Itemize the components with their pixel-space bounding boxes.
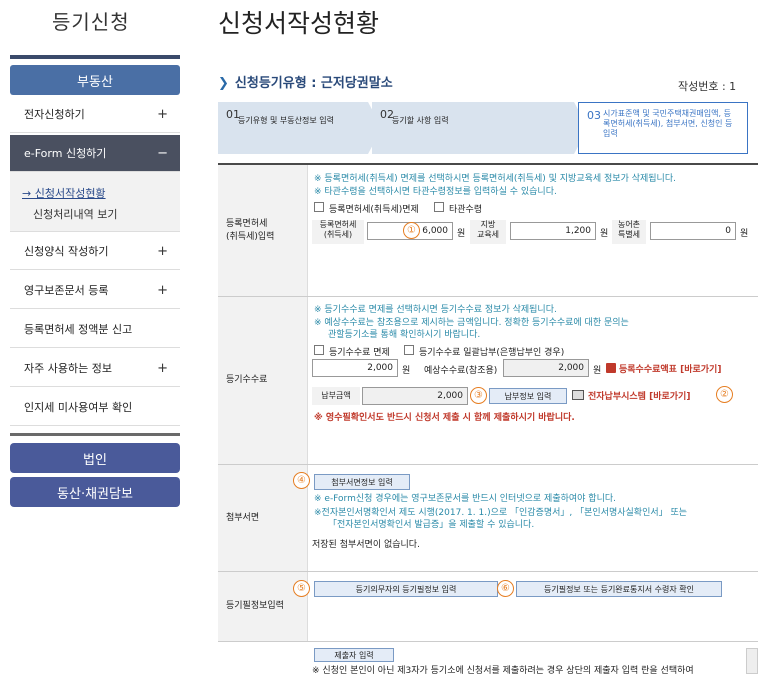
computer-icon [572, 390, 584, 400]
sidebar-section-realestate[interactable]: 부동산 [10, 65, 180, 95]
attach-note: 「전자본인서명확인서 발급증」을 제출할 수 있습니다. [328, 520, 535, 530]
step-label: 등기할 사항 입력 [392, 116, 449, 125]
obligor-info-button[interactable]: 등기의무자의 등기필정보 입력 [314, 581, 498, 597]
submitter-input-button[interactable]: 제출자 입력 [314, 648, 394, 662]
sidebar-title: 등기신청 [52, 10, 130, 34]
collapse-icon: − [157, 145, 168, 161]
unit-label: 원 [593, 366, 602, 376]
sidebar-item-permanent-doc[interactable]: 영구보존문서 등록 + [10, 272, 180, 309]
sidebar-item-label: 자주 사용하는 정보 [24, 362, 112, 375]
sidebar-submenu [10, 172, 180, 232]
other-receipt-checkbox[interactable] [434, 202, 444, 212]
expand-icon: + [157, 360, 168, 376]
batch-payment-label: 등기수수료 일괄납부(은행납부인 경우) [419, 348, 565, 358]
corporation-button[interactable]: 법인 [10, 443, 180, 473]
movable-collateral-button[interactable]: 동산·채권담보 [10, 477, 180, 507]
rural-tax-input[interactable]: 0 [650, 222, 736, 240]
unit-label: 원 [600, 229, 609, 239]
badge-2: ② [716, 386, 733, 403]
fee-note: ※ 예상수수료는 참조용으로 제시하는 금액입니다. 정확한 등기수수료에 대한… [314, 318, 629, 328]
fee-note: ※ 등기수수료 면제를 선택하시면 등기수수료 정보가 삭제됩니다. [314, 305, 557, 315]
badge-6: ⑥ [497, 580, 514, 597]
sidebar-divider [10, 433, 180, 436]
reg-tax-note: ※ 타관수령을 선택하시면 타관수령정보를 입력하실 수 있습니다. [314, 187, 557, 197]
sidebar-item-e-application[interactable]: 전자신청하기 + [10, 96, 180, 133]
paid-amount-label: 납부금액 [312, 387, 360, 405]
sidebar-item-form-write[interactable]: 신청양식 작성하기 + [10, 233, 180, 270]
saved-attach-status: 저장된 첨부서면이 없습니다. [312, 540, 420, 550]
registration-type-label: 신청등기유형 : 근저당권말소 [234, 76, 393, 91]
other-receipt-label: 타관수령 [449, 205, 483, 215]
pay-info-button[interactable]: 납부정보 입력 [489, 388, 567, 404]
expand-icon: + [157, 243, 168, 259]
unit-label: 원 [402, 366, 411, 376]
badge-3: ③ [470, 387, 487, 404]
sidebar-item-label: 전자신청하기 [24, 108, 85, 121]
fee-exempt-label: 등기수수료 면제 [329, 348, 390, 358]
reg-tax-exempt-checkbox[interactable] [314, 202, 324, 212]
sidebar-item-favorites[interactable]: 자주 사용하는 정보 + [10, 350, 180, 387]
fee-exempt-checkbox[interactable] [314, 345, 324, 355]
unit-label: 원 [740, 229, 749, 239]
step-3-active: 03 시가표준액 및 국민주택채권매입액, 등록면허세(취득세), 첨부서면, … [578, 102, 748, 154]
fee-label: 등기수수료 [218, 297, 308, 464]
expand-icon: + [157, 282, 168, 298]
step-1: 01 등기유형 및 부동산정보 입력 [218, 102, 368, 154]
sidebar-item-fixed-tax[interactable]: 등록면허세 정액분 신고 [10, 311, 180, 348]
book-icon [606, 363, 616, 373]
registration-type: ❯ 신청등기유형 : 근저당권말소 [218, 72, 393, 91]
sidebar-item-stamp-check[interactable]: 인지세 미사용여부 확인 [10, 389, 180, 426]
sidebar-item-label: 인지세 미사용여부 확인 [24, 401, 133, 414]
fee-warning: ※ 영수필확인서도 반드시 신청서 제출 시 함께 제출하시기 바랍니다. [314, 413, 575, 423]
attach-note: ※전자본인서명확인서 제도 시행(2017. 1. 1.)으로 「인감증명서」,… [314, 508, 688, 518]
fee-amount-input[interactable]: 2,000 [312, 359, 398, 377]
fee-table-link[interactable]: 등록수수료액표 [바로가기] [619, 362, 721, 375]
expand-icon: + [157, 106, 168, 122]
sidebar-sub-item-history[interactable]: 신청처리내역 보기 [33, 206, 117, 222]
expected-fee-label: 예상수수료(참조용) [424, 366, 498, 376]
sidebar-item-eform[interactable]: e-Form 신청하기 − [10, 135, 180, 172]
badge-4: ④ [293, 472, 310, 489]
recipient-confirm-button[interactable]: 등기필정보 또는 등기완료통지서 수령자 확인 [516, 581, 722, 597]
expected-fee-value: 2,000 [503, 359, 589, 377]
rural-tax-label: 농어촌 특별세 [612, 220, 646, 244]
badge-1: ① [403, 222, 420, 239]
fee-note: 관할등기소를 통해 확인하시기 바랍니다. [328, 330, 481, 340]
sidebar-item-label: 영구보존문서 등록 [24, 284, 109, 297]
sidebar-divider [10, 55, 180, 59]
arrow-bullet-icon: ❯ [218, 76, 229, 91]
sidebar-item-label: e-Form 신청하기 [24, 147, 107, 160]
batch-payment-checkbox[interactable] [404, 345, 414, 355]
scrollbar[interactable] [746, 648, 758, 674]
sidebar-item-label: 등록면허세 정액분 신고 [24, 323, 133, 336]
epay-system-link[interactable]: 전자납부시스템 [바로가기] [588, 389, 690, 402]
reg-tax-exempt-label: 등록면허세(취득세)면제 [329, 205, 419, 215]
reg-tax-note: ※ 등록면허세(취득세) 면제를 선택하시면 등록면허세(취득세) 및 지방교육… [314, 174, 676, 184]
education-tax-input[interactable]: 1,200 [510, 222, 596, 240]
step-label: 시가표준액 및 국민주택채권매입액, 등록면허세(취득세), 첨부서면, 신청인… [603, 109, 733, 138]
document-number: 작성번호 : 1 [678, 80, 737, 93]
unit-label: 원 [457, 229, 466, 239]
reg-tax-field-label: 등록면허세 (취득세) [312, 220, 364, 244]
step-number: 03 [587, 109, 601, 122]
badge-5: ⑤ [293, 580, 310, 597]
sidebar-sub-item-status[interactable]: → 신청서작성현황 [22, 185, 106, 201]
attach-info-button[interactable]: 첨부서면정보 입력 [314, 474, 410, 490]
paid-amount-value: 2,000 [362, 387, 468, 405]
step-label: 등기유형 및 부동산정보 입력 [238, 116, 334, 125]
reg-tax-label: 등록면허세 (취득세)입력 [218, 165, 308, 296]
submitter-note: ※ 신청인 본인이 아닌 제3자가 등기소에 신청서를 제출하려는 경우 상단의… [312, 666, 694, 676]
attach-note: ※ e-Form신청 경우에는 영구보존문서를 반드시 인터넷으로 제출하여야 … [314, 494, 617, 504]
page-title: 신청서작성현황 [218, 9, 380, 38]
education-tax-label: 지방 교육세 [470, 220, 506, 244]
step-2: 02 등기할 사항 입력 [372, 102, 574, 154]
sidebar-item-label: 신청양식 작성하기 [24, 245, 109, 258]
